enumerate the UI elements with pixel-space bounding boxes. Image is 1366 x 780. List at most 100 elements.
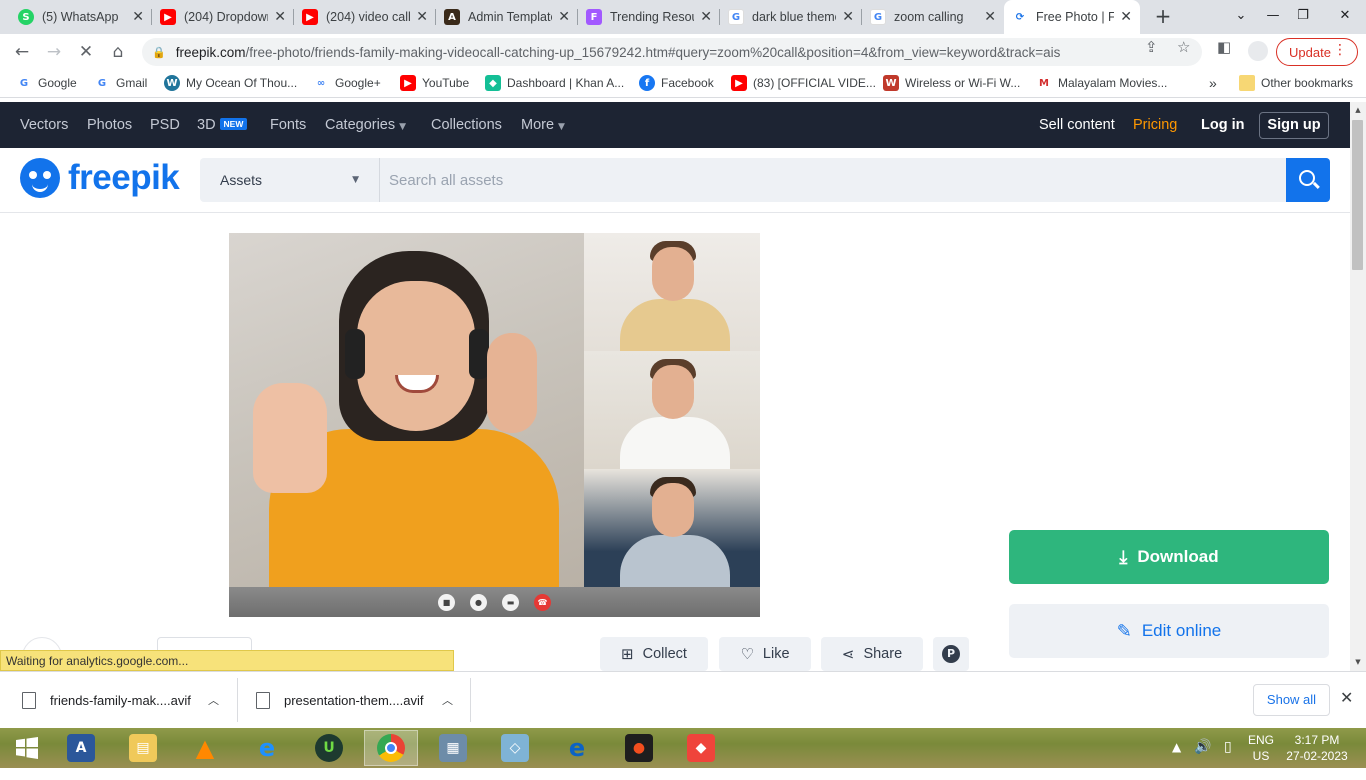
- nav-3d[interactable]: 3D NEW: [197, 117, 248, 133]
- close-icon[interactable]: ✕: [558, 9, 570, 25]
- bookmarks-overflow-icon[interactable]: »: [1209, 75, 1217, 91]
- taskbar-app-blue[interactable]: ◇: [488, 730, 542, 766]
- pricing-link[interactable]: Pricing: [1133, 117, 1177, 133]
- nav-more[interactable]: More ▼: [521, 117, 565, 133]
- tab-whatsapp[interactable]: S (5) WhatsApp ✕: [10, 0, 152, 34]
- download-button[interactable]: ⤓ Download: [1009, 530, 1329, 584]
- restore-icon[interactable]: ❐: [1288, 0, 1318, 34]
- browser-toolbar: ← → ✕ ⌂ 🔒 freepik.com/free-photo/friends…: [0, 34, 1366, 70]
- tab-trending[interactable]: F Trending Resources ✕: [578, 0, 720, 34]
- collect-button[interactable]: ⊞ Collect: [600, 637, 708, 671]
- taskbar-anydesk[interactable]: ◆: [674, 730, 728, 766]
- battery-icon[interactable]: ▯: [1224, 739, 1232, 779]
- pinterest-button[interactable]: P: [933, 637, 969, 671]
- search-input[interactable]: [389, 158, 1279, 202]
- login-link[interactable]: Log in: [1201, 117, 1245, 133]
- forward-icon[interactable]: →: [42, 40, 66, 64]
- taskbar-upwork[interactable]: U: [302, 730, 356, 766]
- show-hidden-icons[interactable]: ▲: [1172, 740, 1181, 780]
- upwork-icon: U: [315, 734, 343, 762]
- download-item[interactable]: presentation-them....avif ︿: [256, 678, 466, 722]
- taskbar-vlc[interactable]: ▲: [178, 730, 232, 766]
- close-icon[interactable]: ✕: [700, 9, 712, 25]
- vlc-icon: ▲: [195, 734, 215, 762]
- volume-icon[interactable]: 🔊: [1194, 739, 1211, 779]
- nav-collections[interactable]: Collections: [431, 117, 502, 133]
- tab-zoom-calling[interactable]: G zoom calling ✕: [862, 0, 1004, 34]
- bookmark-official-video[interactable]: ▶ (83) [OFFICIAL VIDE...: [731, 75, 876, 91]
- nav-fonts[interactable]: Fonts: [270, 117, 306, 133]
- bookmark-my-ocean[interactable]: W My Ocean Of Thou...: [164, 75, 297, 91]
- edit-online-button[interactable]: ✎ Edit online: [1009, 604, 1329, 658]
- close-icon[interactable]: ✕: [416, 9, 428, 25]
- bookmark-gmail[interactable]: G Gmail: [94, 75, 147, 91]
- taskbar-internet-explorer[interactable]: e: [240, 730, 294, 766]
- tab-freepik-active[interactable]: ⟳ Free Photo | Friends ✕: [1004, 0, 1140, 34]
- stop-loading-icon[interactable]: ✕: [74, 40, 98, 64]
- nav-photos[interactable]: Photos: [87, 117, 132, 133]
- other-bookmarks[interactable]: Other bookmarks: [1239, 75, 1353, 91]
- share-button[interactable]: ⋖ Share: [821, 637, 923, 671]
- bookmark-wireless[interactable]: W Wireless or Wi-Fi W...: [883, 75, 1020, 91]
- window-close-icon[interactable]: ✕: [1330, 0, 1360, 34]
- nav-psd[interactable]: PSD: [150, 117, 180, 133]
- preview-image[interactable]: ■ ● ▬ ☎: [229, 233, 760, 617]
- tab-search-icon[interactable]: ⌄: [1226, 0, 1256, 34]
- close-icon[interactable]: ✕: [132, 9, 144, 25]
- back-icon[interactable]: ←: [10, 40, 34, 64]
- search-button[interactable]: [1286, 158, 1330, 202]
- new-tab-button[interactable]: +: [1152, 5, 1174, 27]
- minimize-icon[interactable]: —: [1258, 0, 1288, 34]
- bookmark-facebook[interactable]: f Facebook: [639, 75, 714, 91]
- start-button[interactable]: [0, 730, 54, 766]
- sell-content-link[interactable]: Sell content: [1039, 117, 1115, 133]
- chevron-up-icon[interactable]: ︿: [208, 692, 219, 708]
- signup-button[interactable]: Sign up: [1259, 112, 1329, 139]
- update-button[interactable]: Update ⋮: [1276, 38, 1358, 66]
- profile-avatar-icon[interactable]: [1248, 41, 1268, 61]
- close-icon[interactable]: ✕: [984, 9, 996, 25]
- taskbar-calculator[interactable]: ▦: [426, 730, 480, 766]
- like-button[interactable]: ♡ Like: [719, 637, 811, 671]
- nav-categories[interactable]: Categories ▼: [325, 117, 406, 133]
- tab-dark-blue[interactable]: G dark blue theme ✕: [720, 0, 862, 34]
- taskbar-chrome[interactable]: [364, 730, 418, 766]
- tab-admin-template[interactable]: A Admin Template ✕: [436, 0, 578, 34]
- menu-dots-icon[interactable]: ⋮: [1333, 42, 1347, 58]
- scroll-down-icon[interactable]: ▼: [1352, 656, 1364, 668]
- freepik-header: freepik Assets ▼: [0, 148, 1350, 213]
- tab-youtube-dropdown[interactable]: ▶ (204) Dropdown ✕: [152, 0, 294, 34]
- taskbar-file-explorer[interactable]: ▤: [116, 730, 170, 766]
- close-icon[interactable]: ✕: [1340, 688, 1353, 707]
- chevron-up-icon[interactable]: ︿: [442, 692, 453, 708]
- nav-vectors[interactable]: Vectors: [20, 117, 68, 133]
- bookmark-malayalam[interactable]: M Malayalam Movies...: [1036, 75, 1167, 91]
- close-icon[interactable]: ✕: [1120, 9, 1132, 25]
- freepik-logo[interactable]: freepik: [20, 158, 180, 198]
- side-panel-icon[interactable]: ◧: [1217, 38, 1231, 56]
- bookmark-star-icon[interactable]: ☆: [1177, 38, 1190, 56]
- share-page-icon[interactable]: ⇪: [1145, 38, 1158, 56]
- language-indicator[interactable]: ENG US: [1246, 732, 1276, 764]
- home-icon[interactable]: ⌂: [106, 40, 130, 64]
- bookmark-khan[interactable]: ◆ Dashboard | Khan A...: [485, 75, 624, 91]
- clock[interactable]: 3:17 PM 27-02-2023: [1282, 732, 1352, 764]
- bookmark-google-plus[interactable]: ∞ Google+: [313, 75, 381, 91]
- search-category-select[interactable]: Assets ▼: [200, 158, 380, 202]
- taskbar-app-docs[interactable]: A: [54, 730, 108, 766]
- scrollbar-thumb[interactable]: [1352, 120, 1363, 270]
- chat-icon: ▬: [502, 594, 519, 611]
- bookmark-google[interactable]: G Google: [16, 75, 77, 91]
- taskbar-edge[interactable]: e: [550, 730, 604, 766]
- status-bubble: Waiting for analytics.google.com...: [0, 650, 454, 671]
- close-icon[interactable]: ✕: [842, 9, 854, 25]
- tab-youtube-videocall[interactable]: ▶ (204) video call ✕: [294, 0, 436, 34]
- download-item[interactable]: friends-family-mak....avif ︿: [22, 678, 232, 722]
- taskbar-figma[interactable]: ●: [612, 730, 666, 766]
- scroll-up-icon[interactable]: ▲: [1352, 104, 1364, 116]
- bookmark-youtube[interactable]: ▶ YouTube: [400, 75, 469, 91]
- show-all-button[interactable]: Show all: [1253, 684, 1330, 716]
- close-icon[interactable]: ✕: [274, 9, 286, 25]
- gmail-m-icon: M: [1039, 77, 1049, 89]
- address-bar[interactable]: 🔒 freepik.com/free-photo/friends-family-…: [142, 38, 1202, 66]
